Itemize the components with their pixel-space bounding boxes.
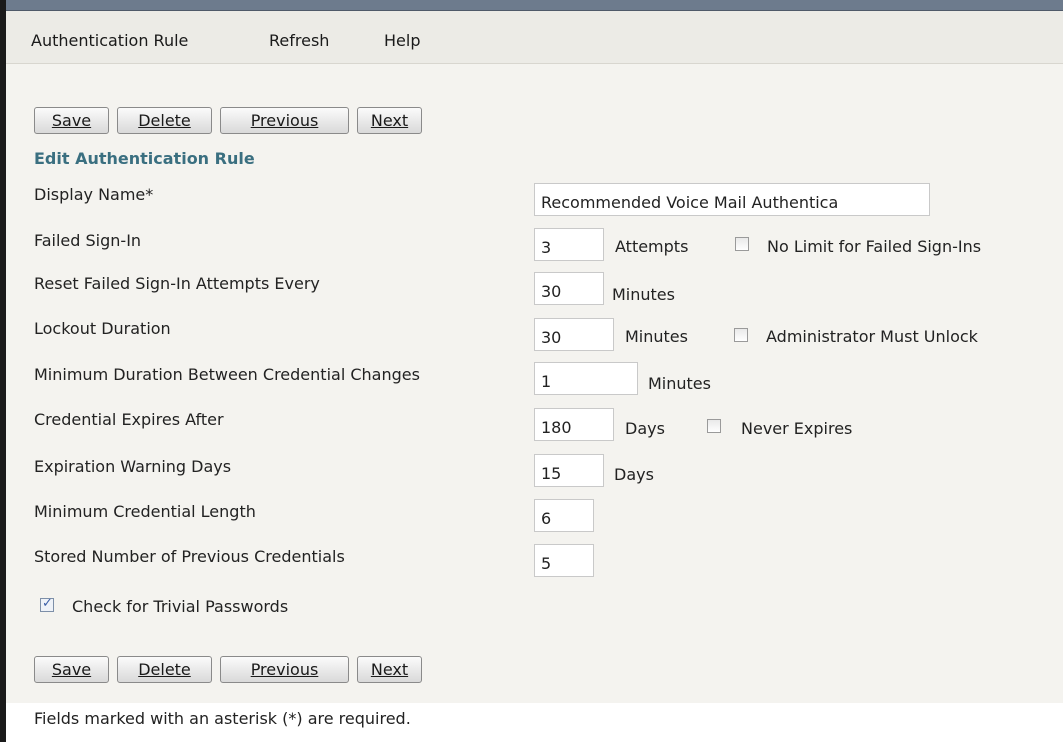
never-expires-label: Never Expires — [741, 419, 853, 438]
trivial-passwords-label: Check for Trivial Passwords — [72, 597, 289, 616]
stored-previous-input[interactable]: 5 — [534, 544, 594, 577]
lockout-duration-label: Lockout Duration — [34, 319, 171, 338]
failed-sign-in-unit: Attempts — [615, 237, 689, 256]
expiration-warning-unit: Days — [614, 465, 654, 484]
menu-refresh[interactable]: Refresh — [269, 31, 329, 50]
footer: Fields marked with an asterisk (*) are r… — [6, 703, 1063, 742]
display-name-label: Display Name* — [34, 185, 154, 204]
failed-sign-in-label: Failed Sign-In — [34, 231, 142, 250]
min-duration-label: Minimum Duration Between Credential Chan… — [34, 365, 420, 384]
save-button-bottom[interactable]: Save — [34, 656, 109, 683]
min-length-label: Minimum Credential Length — [34, 502, 256, 521]
window-top-border — [0, 0, 1063, 11]
next-button-bottom[interactable]: Next — [357, 656, 422, 683]
credential-expires-unit: Days — [625, 419, 665, 438]
credential-expires-label: Credential Expires After — [34, 410, 224, 429]
previous-button-bottom[interactable]: Previous — [220, 656, 349, 683]
admin-unlock-label: Administrator Must Unlock — [766, 327, 978, 346]
lockout-duration-unit: Minutes — [625, 327, 688, 346]
display-name-input[interactable]: Recommended Voice Mail Authentica — [534, 183, 930, 216]
reset-failed-label: Reset Failed Sign-In Attempts Every — [34, 274, 320, 293]
menu-help[interactable]: Help — [384, 31, 420, 50]
no-limit-label: No Limit for Failed Sign-Ins — [767, 237, 982, 256]
menu-bar: Authentication Rule Refresh Help — [6, 11, 1063, 64]
required-fields-note: Fields marked with an asterisk (*) are r… — [34, 709, 411, 728]
save-button-top[interactable]: Save — [34, 107, 109, 134]
delete-button-top[interactable]: Delete — [117, 107, 212, 134]
credential-expires-input[interactable]: 180 — [534, 408, 614, 441]
trivial-passwords-checkbox[interactable] — [40, 596, 54, 612]
admin-unlock-checkbox[interactable] — [734, 328, 748, 342]
reset-failed-input[interactable]: 30 — [534, 272, 604, 305]
min-duration-unit: Minutes — [648, 374, 711, 393]
section-title: Edit Authentication Rule — [34, 149, 255, 168]
expiration-warning-input[interactable]: 15 — [534, 454, 604, 487]
next-button-top[interactable]: Next — [357, 107, 422, 134]
min-duration-input[interactable]: 1 — [534, 362, 638, 395]
delete-button-bottom[interactable]: Delete — [117, 656, 212, 683]
lockout-duration-input[interactable]: 30 — [534, 318, 614, 351]
previous-button-top[interactable]: Previous — [220, 107, 349, 134]
never-expires-checkbox[interactable] — [707, 419, 721, 433]
reset-failed-unit: Minutes — [612, 285, 675, 304]
stored-previous-label: Stored Number of Previous Credentials — [34, 547, 345, 566]
failed-sign-in-input[interactable]: 3 — [534, 228, 604, 261]
expiration-warning-label: Expiration Warning Days — [34, 457, 232, 476]
min-length-input[interactable]: 6 — [534, 499, 594, 532]
menu-authentication-rule[interactable]: Authentication Rule — [31, 31, 188, 50]
no-limit-checkbox[interactable] — [735, 237, 749, 251]
